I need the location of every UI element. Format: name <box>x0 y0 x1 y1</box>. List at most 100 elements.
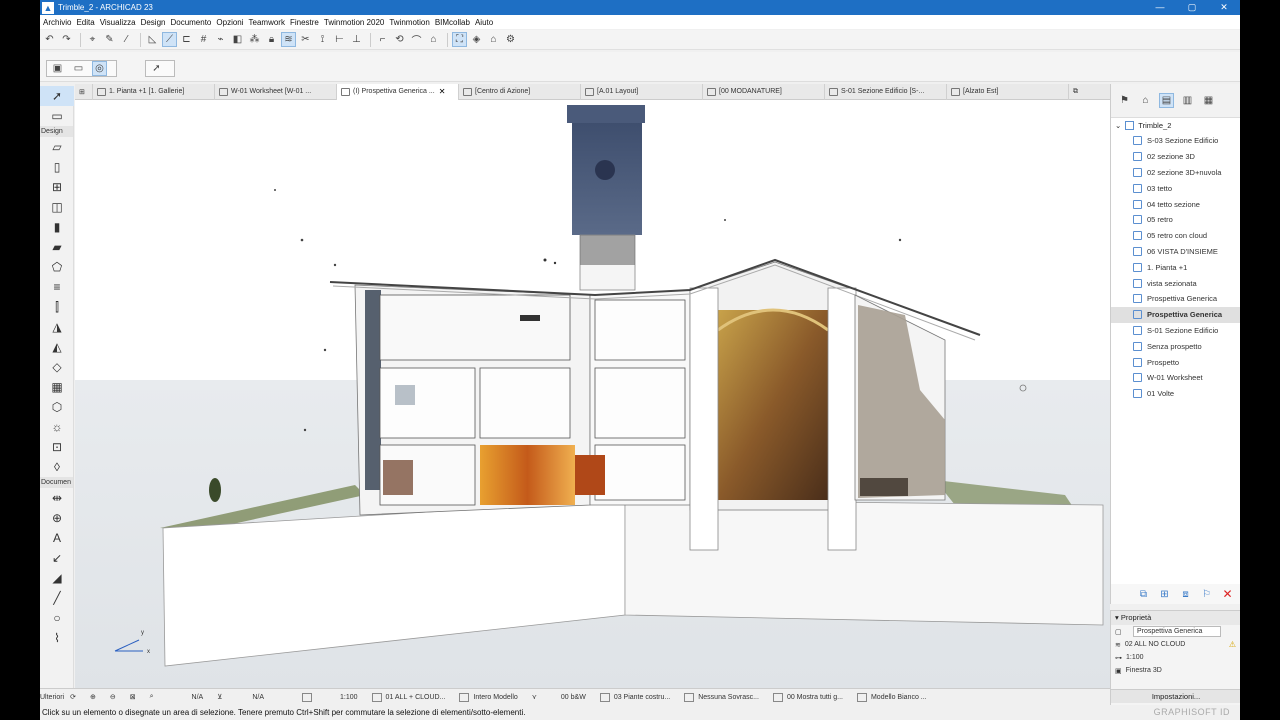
grid-snap-icon[interactable]: # <box>196 32 211 47</box>
nav-item[interactable]: 05 retro <box>1111 212 1240 228</box>
orbit-nav-icon[interactable]: ⟳ <box>70 693 76 701</box>
roof-icon[interactable]: ⌂ <box>426 32 441 47</box>
folder-icon[interactable]: ⚐ <box>1199 587 1214 602</box>
select-3d-icon[interactable]: ⛶ <box>452 32 467 47</box>
menu-teamwork[interactable]: Teamwork <box>249 18 285 27</box>
shell-tool-icon[interactable]: ◮ <box>40 317 74 337</box>
menu-twinmotion[interactable]: Twinmotion <box>389 18 429 27</box>
menu-documento[interactable]: Documento <box>170 18 211 27</box>
trace-icon[interactable]: ◧ <box>230 32 245 47</box>
gravity-icon[interactable]: ⊏ <box>179 32 194 47</box>
nav-item[interactable]: 06 VISTA D'INSIEME <box>1111 244 1240 260</box>
nav-item[interactable]: Senza prospetto <box>1111 338 1240 354</box>
model-view-field[interactable]: Intero Modello <box>459 692 518 702</box>
nav-item[interactable]: W-01 Worksheet <box>1111 370 1240 386</box>
tab-alzato-est[interactable]: [Alzato Est] <box>947 83 1069 100</box>
snap-guides-icon[interactable]: ⟋ <box>162 32 177 47</box>
publisher-icon[interactable]: ▦ <box>1201 93 1216 108</box>
nav-item[interactable]: S-01 Sezione Edificio <box>1111 323 1240 339</box>
tab-worksheet[interactable]: W-01 Worksheet [W-01 ... <box>215 83 337 100</box>
undo-icon[interactable]: ↶ <box>42 32 57 47</box>
menu-finestre[interactable]: Finestre <box>290 18 319 27</box>
redo-icon[interactable]: ↷ <box>59 32 74 47</box>
menu-bimcollab[interactable]: BIMcollab <box>435 18 470 27</box>
suspend-groups-icon[interactable]: ⌁ <box>213 32 228 47</box>
close-tab-icon[interactable]: ✕ <box>439 87 446 96</box>
fill-tool-icon[interactable]: ◢ <box>40 568 74 588</box>
marquee-options-icon[interactable]: ▭ <box>71 61 86 76</box>
tab-modanature[interactable]: [00 MODANATURE] <box>703 83 825 100</box>
zoom-out-icon[interactable]: ⊖ <box>110 693 116 701</box>
new-folder-icon[interactable]: ⊞ <box>1157 587 1172 602</box>
nav-item-selected[interactable]: Prospettiva Generica <box>1111 306 1240 323</box>
menu-archivio[interactable]: Archivio <box>43 18 71 27</box>
save-view-icon[interactable]: ⧉ <box>1136 587 1151 602</box>
tab-centro-di-azione[interactable]: [Centro di Azione] <box>459 83 581 100</box>
delete-icon[interactable]: ✕ <box>1220 587 1235 602</box>
nav-item[interactable]: 01 Volte <box>1111 386 1240 402</box>
layers-icon[interactable]: ≋ <box>281 32 296 47</box>
view-map-icon[interactable]: ▤ <box>1159 93 1174 108</box>
nav-item[interactable]: 1. Pianta +1 <box>1111 259 1240 275</box>
home-view-icon[interactable]: ⌂ <box>486 32 501 47</box>
tab-pianta-gallerie[interactable]: 1. Pianta +1 [1. Gallerie] <box>93 83 215 100</box>
properties-layer-row[interactable]: ≋ 02 ALL NO CLOUD ⚠ <box>1111 638 1240 651</box>
intersect-icon[interactable]: ⟟ <box>315 32 330 47</box>
maximize-button[interactable]: ▢ <box>1176 0 1208 15</box>
label-tool-icon[interactable]: ↙ <box>40 548 74 568</box>
nav-item[interactable]: 02 sezione 3D <box>1111 149 1240 165</box>
tab-layout[interactable]: [A.01 Layout] <box>581 83 703 100</box>
3d-viewport[interactable]: y x <box>75 100 1110 688</box>
nav-item[interactable]: vista sezionata <box>1111 275 1240 291</box>
line-tool-icon[interactable]: ╱ <box>40 588 74 608</box>
project-map-icon[interactable]: ⌂ <box>1138 93 1153 108</box>
eyedropper-icon[interactable]: ⁄ <box>119 32 134 47</box>
railing-tool-icon[interactable]: ⫿ <box>40 297 74 317</box>
zoom-in-icon[interactable]: ⊕ <box>90 693 96 701</box>
orbit-icon[interactable]: ◈ <box>469 32 484 47</box>
menu-visualizza[interactable]: Visualizza <box>100 18 136 27</box>
renovation-filter-field[interactable]: 00 Mostra tutti g... <box>772 692 843 702</box>
chevron-down-icon[interactable]: ⌄ <box>1115 121 1121 130</box>
tab-overflow[interactable]: ⧉ <box>1069 84 1109 100</box>
lock-icon[interactable]: 🔒︎ <box>264 32 279 47</box>
na-field-2[interactable]: N/A <box>252 694 264 701</box>
menu-twinmotion-2020[interactable]: Twinmotion 2020 <box>324 18 384 27</box>
model-style-field[interactable]: Modello Bianco ... <box>856 692 927 702</box>
graphisoft-id-brand[interactable]: GRAPHISOFT ID <box>1154 705 1230 720</box>
nav-item[interactable]: S-03 Sezione Edificio <box>1111 133 1240 149</box>
marquee-tool-icon[interactable]: ▭ <box>40 106 74 126</box>
slab-tool-icon[interactable]: ▰ <box>40 237 74 257</box>
object-tool-icon[interactable]: ⬡ <box>40 397 74 417</box>
tab-grid-toggle[interactable]: ⊞ <box>75 83 93 100</box>
window-tool-icon[interactable]: ▮ <box>40 217 74 237</box>
skylight-tool-icon[interactable]: ◊ <box>40 457 74 477</box>
tab-prospettiva-generica[interactable]: (I) Prospettiva Generica ... ✕ <box>337 83 459 100</box>
pick-up-icon[interactable]: ⌖ <box>85 32 100 47</box>
menu-opzioni[interactable]: Opzioni <box>216 18 243 27</box>
properties-scale-row[interactable]: ⊶ 1:100 <box>1111 651 1240 664</box>
stair-tool-icon[interactable]: ≡ <box>40 277 74 297</box>
clone-folder-icon[interactable]: ⧈ <box>1178 587 1193 602</box>
na-field-1[interactable]: N/A <box>192 694 204 701</box>
syringe-icon[interactable]: ✎ <box>102 32 117 47</box>
wall-tool-icon[interactable]: ▱ <box>40 137 74 157</box>
navigator-root[interactable]: ⌄ Trimble_2 <box>1111 118 1240 133</box>
dimension-tool-icon[interactable]: ⇹ <box>40 488 74 508</box>
split-icon[interactable]: ⊥ <box>349 32 364 47</box>
zone-tool-icon[interactable]: ⊡ <box>40 437 74 457</box>
guide-line-icon[interactable]: ◺ <box>145 32 160 47</box>
circle-tool-icon[interactable]: ○ <box>40 608 74 628</box>
marquee-icon[interactable]: ▣ <box>50 61 65 76</box>
settings-button[interactable]: Impostazioni... <box>1111 689 1240 703</box>
magic-wand-icon[interactable]: ⁂ <box>247 32 262 47</box>
pen-set-field[interactable]: ⋎ 00 b&W <box>532 693 586 702</box>
beam-tool-icon[interactable]: ⊞ <box>40 177 74 197</box>
tab-sezione-edificio[interactable]: S-01 Sezione Edificio [S-... <box>825 83 947 100</box>
graphic-override-field[interactable]: Nessuna Sovrasc... <box>684 692 759 702</box>
close-window-button[interactable]: ✕ <box>1208 0 1240 15</box>
minimize-button[interactable]: — <box>1144 0 1176 15</box>
nav-item[interactable]: 03 tetto <box>1111 180 1240 196</box>
layer-combo-field[interactable]: 01 ALL + CLOUD... <box>371 692 445 702</box>
lamp-tool-icon[interactable]: ☼ <box>40 417 74 437</box>
